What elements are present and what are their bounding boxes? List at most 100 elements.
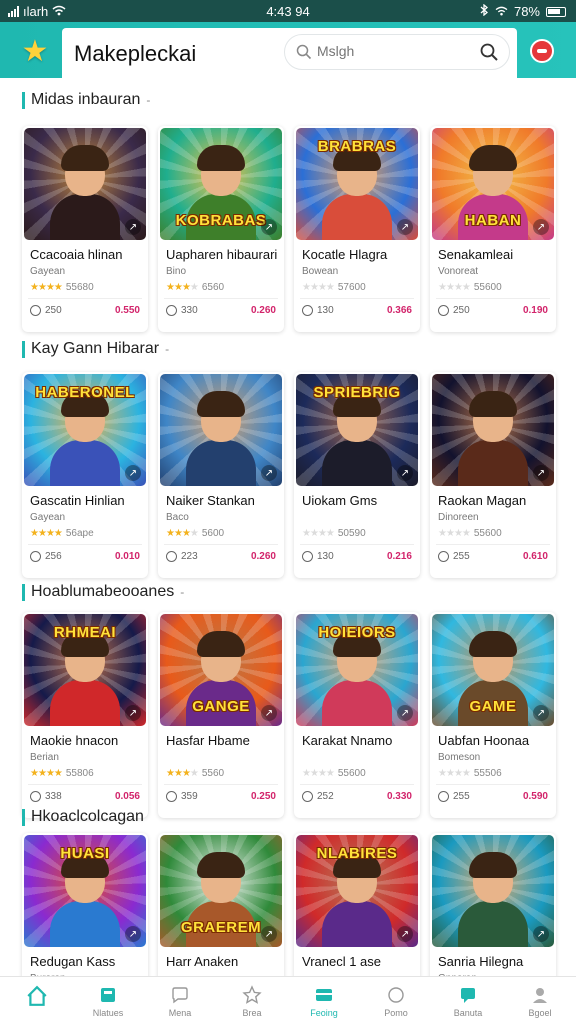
section-dash: - [165, 342, 170, 356]
game-thumbnail[interactable]: NLABIRES ↗ [296, 835, 418, 947]
game-card[interactable]: KOBRABAS ↗ Uapharen hibaurari Bino ★★★★ 6560 3… [158, 126, 284, 332]
search-input[interactable] [317, 43, 467, 59]
game-card[interactable]: ↗ Naiker Stankan Baco ★★★★ 5600 223 0.260 [158, 372, 284, 578]
view-count: 255 [438, 551, 470, 562]
game-thumbnail[interactable]: HABAN ↗ [432, 128, 554, 240]
game-thumbnail[interactable]: SPRIEBRIG ↗ [296, 374, 418, 486]
record-icon[interactable] [530, 39, 554, 63]
play-badge-icon[interactable]: ↗ [533, 465, 549, 481]
view-count: 255 [438, 791, 470, 802]
search-bar[interactable] [284, 34, 510, 70]
play-badge-icon[interactable]: ↗ [261, 219, 277, 235]
play-badge-icon[interactable]: ↗ [397, 705, 413, 721]
game-thumbnail[interactable]: ↗ [432, 374, 554, 486]
view-count: 330 [166, 305, 198, 316]
play-badge-icon[interactable]: ↗ [125, 705, 141, 721]
play-badge-icon[interactable]: ↗ [533, 219, 549, 235]
nav-item-box[interactable]: Feoing [292, 977, 356, 1024]
review-count: 50590 [337, 528, 366, 539]
game-thumbnail[interactable]: GAME ↗ [432, 614, 554, 726]
play-badge-icon[interactable]: ↗ [125, 926, 141, 942]
play-badge-icon[interactable]: ↗ [261, 705, 277, 721]
view-count-value: 250 [45, 305, 62, 316]
section-title-text: Kay Gann Hibarar [31, 340, 160, 357]
game-thumbnail[interactable]: ↗ [432, 835, 554, 947]
game-card[interactable]: GANGE ↗ Hasfar Hbame ★★★★ 5560 359 0.250 [158, 612, 284, 818]
character-hair [197, 631, 245, 657]
play-badge-icon[interactable]: ↗ [397, 926, 413, 942]
game-card[interactable]: RHMEAI ↗ Maokie hnacon Berian ★★★★ 55806 338 0.… [22, 612, 148, 818]
eye-icon [302, 551, 313, 562]
game-thumbnail[interactable]: HABERONEL ↗ [24, 374, 146, 486]
review-count: 56ape [65, 528, 94, 539]
card-divider [164, 784, 278, 785]
game-thumbnail[interactable]: RHMEAI ↗ [24, 614, 146, 726]
game-thumbnail[interactable]: ↗ [24, 128, 146, 240]
game-subtitle: Gayean [30, 512, 66, 523]
search-submit-icon[interactable] [479, 42, 499, 62]
game-card[interactable]: BRABRAS ↗ Kocatle Hlagra Bowean ★★★★ 57600 130… [294, 126, 420, 332]
app-title: Makepleckai [74, 41, 197, 66]
character-hair [469, 631, 517, 657]
card-divider [28, 544, 142, 545]
status-bar: ılarh 4:43 94 78% [0, 0, 576, 22]
review-count: 55680 [65, 282, 94, 293]
play-badge-icon[interactable]: ↗ [125, 219, 141, 235]
game-card[interactable]: SPRIEBRIG ↗ Uiokam Gms ★★★★ 50590 130 0.216 [294, 372, 420, 578]
card-divider [28, 298, 142, 299]
thumbnail-banner-text: HUASI [60, 845, 110, 862]
home-icon [26, 985, 47, 1006]
game-card[interactable]: ↗ Raokan Magan Dinoreen ★★★★ 55600 255 0.610 [430, 372, 556, 578]
thumbnail-banner-text: RHMEAI [53, 624, 117, 641]
game-rating: ★★★★ 55680 [30, 282, 94, 293]
play-badge-icon[interactable]: ↗ [397, 465, 413, 481]
play-badge-icon[interactable]: ↗ [533, 705, 549, 721]
review-count: 55600 [337, 768, 366, 779]
nav-item-message[interactable]: Banuta [436, 977, 500, 1024]
game-card[interactable]: ↗ Ccacoaia hlinan Gayean ★★★★ 55680 250 0.550 [22, 126, 148, 332]
review-count: 55506 [473, 768, 502, 779]
game-thumbnail[interactable]: BRABRAS ↗ [296, 128, 418, 240]
game-card[interactable]: HABERONEL ↗ Gascatin Hinlian Gayean ★★★★ 56ap… [22, 372, 148, 578]
section-title-text: Hkoaclcolcagan [31, 808, 144, 825]
nav-item-profile[interactable]: Bgoel [508, 977, 572, 1024]
play-badge-icon[interactable]: ↗ [533, 926, 549, 942]
play-badge-icon[interactable]: ↗ [261, 465, 277, 481]
game-card[interactable]: GAME ↗ Uabfan Hoonaa Bomeson ★★★★ 55506 255 0.5… [430, 612, 556, 818]
thumbnail-banner-text: GAME [469, 698, 517, 715]
play-badge-icon[interactable]: ↗ [261, 926, 277, 942]
nav-item-home[interactable] [4, 977, 68, 1024]
game-thumbnail[interactable]: GANGE ↗ [160, 614, 282, 726]
eye-icon [166, 551, 177, 562]
section-title: Hoablumabeooanes - [22, 583, 184, 601]
view-count-value: 250 [453, 305, 470, 316]
view-count: 250 [30, 305, 62, 316]
game-rating: ★★★★ 55806 [30, 768, 94, 779]
message-icon [458, 985, 478, 1005]
game-thumbnail[interactable]: GRAEREM ↗ [160, 835, 282, 947]
thumbnail-banner-text: NLABIRES [316, 845, 398, 862]
rating-stars: ★★★★ [166, 528, 199, 539]
game-card[interactable]: HABAN ↗ Senakamleai Vonoreat ★★★★ 55600 250 0.1… [430, 126, 556, 332]
nav-item-chat[interactable]: Mena [148, 977, 212, 1024]
character-hair [197, 145, 245, 171]
game-thumbnail[interactable]: ↗ [160, 374, 282, 486]
star-icon[interactable]: ★ [18, 34, 52, 68]
play-badge-icon[interactable]: ↗ [397, 219, 413, 235]
game-title: Redugan Kass [30, 954, 116, 969]
game-price: 0.260 [250, 551, 276, 562]
game-thumbnail[interactable]: KOBRABAS ↗ [160, 128, 282, 240]
nav-item-grid[interactable]: Nlatues [76, 977, 140, 1024]
game-thumbnail[interactable]: HOIEIORS ↗ [296, 614, 418, 726]
game-subtitle: Berian [30, 752, 59, 763]
nav-item-bubble[interactable]: Pomo [364, 977, 428, 1024]
game-title: Ccacoaia hlinan [30, 247, 123, 262]
nav-item-star-outline[interactable]: Brea [220, 977, 284, 1024]
play-badge-icon[interactable]: ↗ [125, 465, 141, 481]
game-rating: ★★★★ 55600 [302, 768, 366, 779]
character-hair [469, 145, 517, 171]
game-card[interactable]: HOIEIORS ↗ Karakat Nnamo ★★★★ 55600 252 0.330 [294, 612, 420, 818]
game-thumbnail[interactable]: HUASI ↗ [24, 835, 146, 947]
nav-item-label: Mena [168, 1008, 192, 1018]
view-count: 252 [302, 791, 334, 802]
